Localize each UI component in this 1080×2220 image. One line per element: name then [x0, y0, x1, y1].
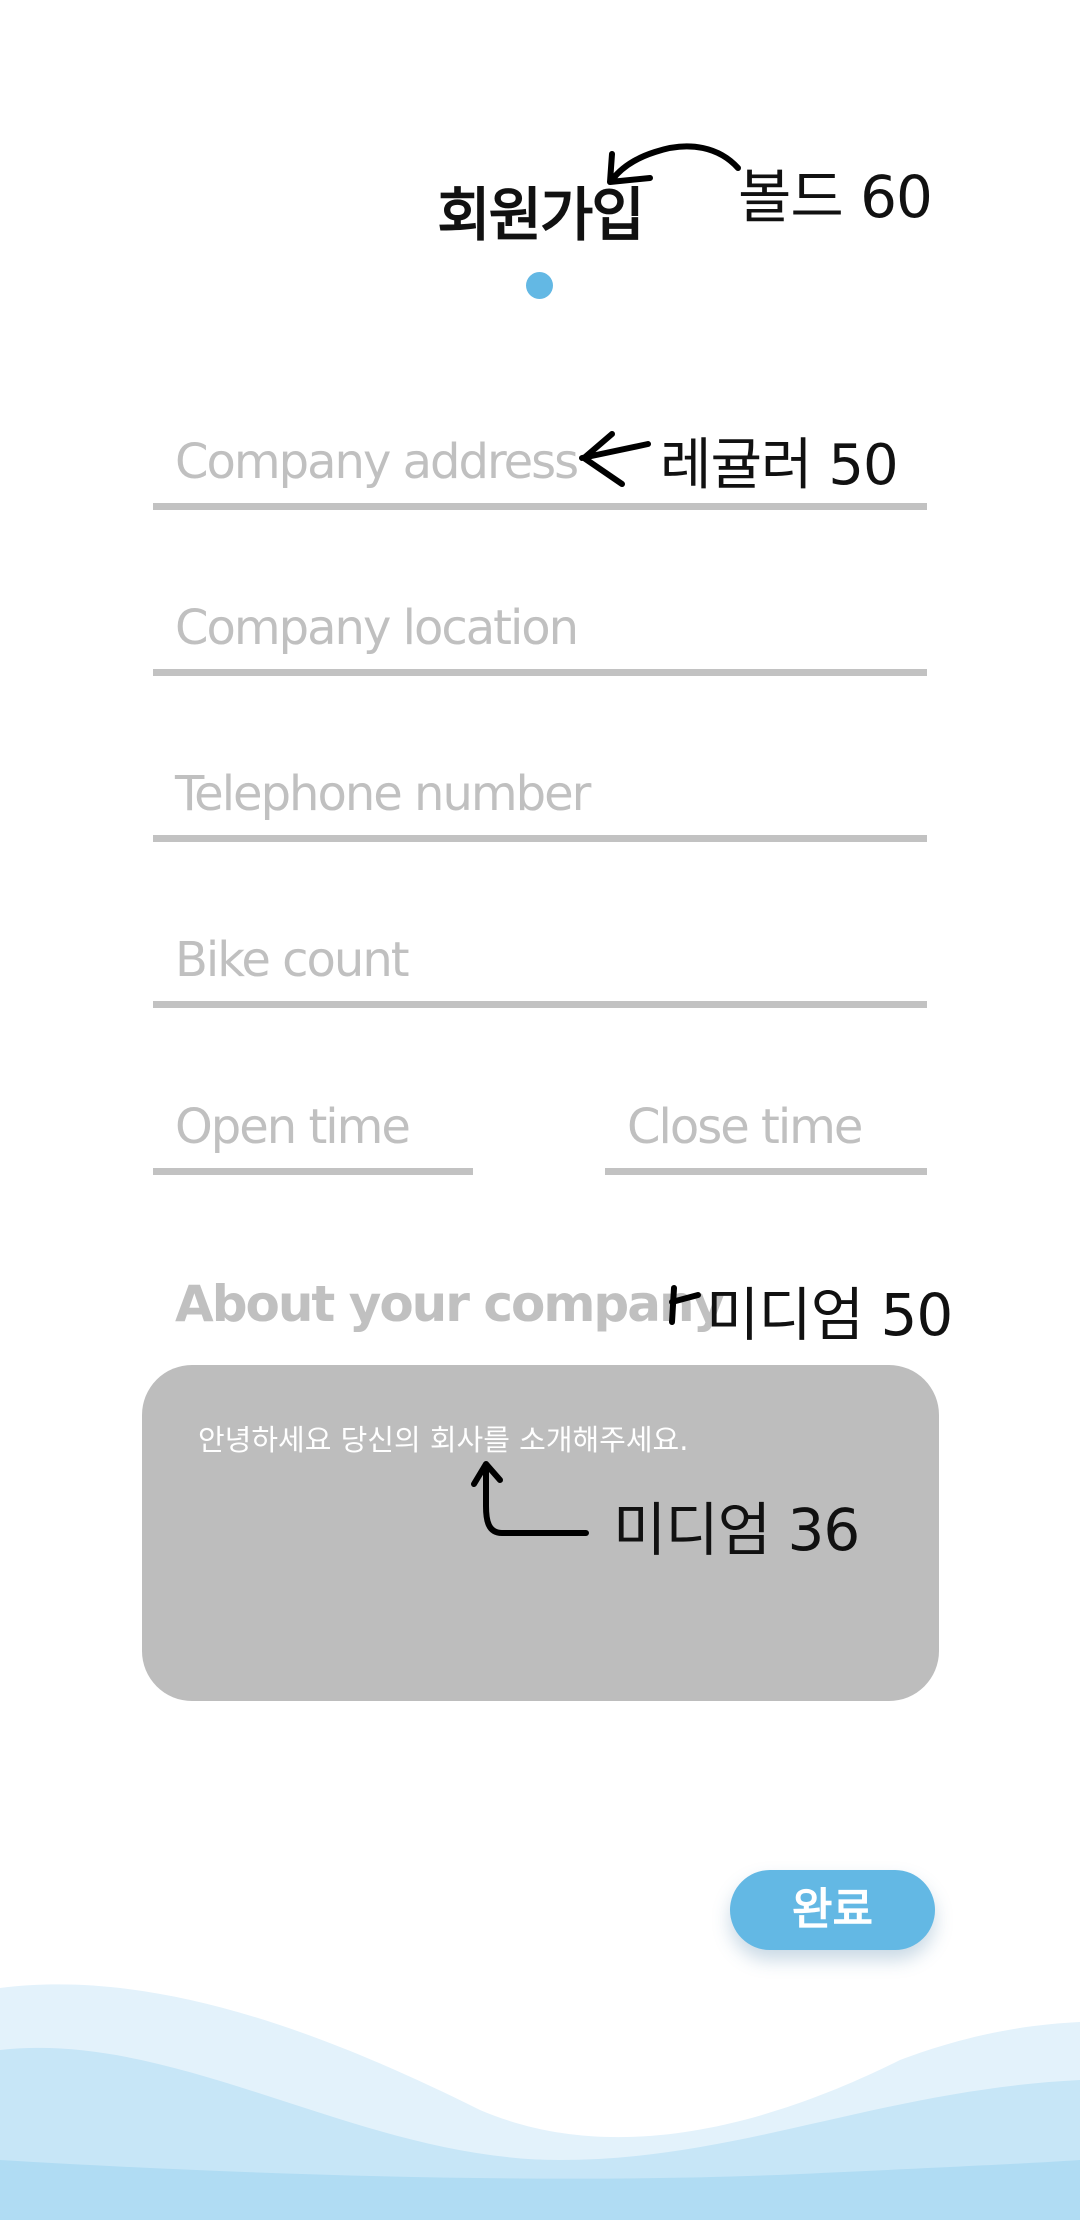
done-button[interactable]: 완료	[730, 1870, 935, 1950]
company-location-field[interactable]: Company location	[153, 566, 927, 676]
company-address-underline	[153, 503, 927, 510]
open-time-placeholder: Open time	[175, 1099, 411, 1155]
close-time-field[interactable]: Close time	[605, 1065, 927, 1175]
close-time-placeholder: Close time	[627, 1099, 863, 1155]
about-company-label: About your company	[175, 1275, 725, 1333]
company-address-placeholder: Company address	[175, 434, 579, 490]
open-time-field[interactable]: Open time	[153, 1065, 473, 1175]
bike-count-underline	[153, 1001, 927, 1008]
text-annotation: 미디엄 36	[613, 1496, 860, 1564]
bike-count-field[interactable]: Bike count	[153, 898, 927, 1008]
about-company-placeholder: 안녕하세요 당신의 회사를 소개해주세요.	[198, 1423, 689, 1457]
open-time-underline	[153, 1168, 473, 1175]
telephone-number-field[interactable]: Telephone number	[153, 732, 927, 842]
telephone-number-underline	[153, 835, 927, 842]
field-annotation: 레귤러 50	[660, 433, 899, 498]
label-annotation: 미디엄 50	[706, 1281, 953, 1349]
close-time-underline	[605, 1168, 927, 1175]
bike-count-placeholder: Bike count	[175, 932, 410, 988]
wave-background	[0, 1984, 1080, 2220]
company-location-underline	[153, 669, 927, 676]
step-indicator-dot	[526, 272, 553, 299]
title-annotation: 볼드 60	[738, 163, 933, 231]
company-location-placeholder: Company location	[175, 600, 579, 656]
telephone-number-placeholder: Telephone number	[175, 766, 591, 822]
